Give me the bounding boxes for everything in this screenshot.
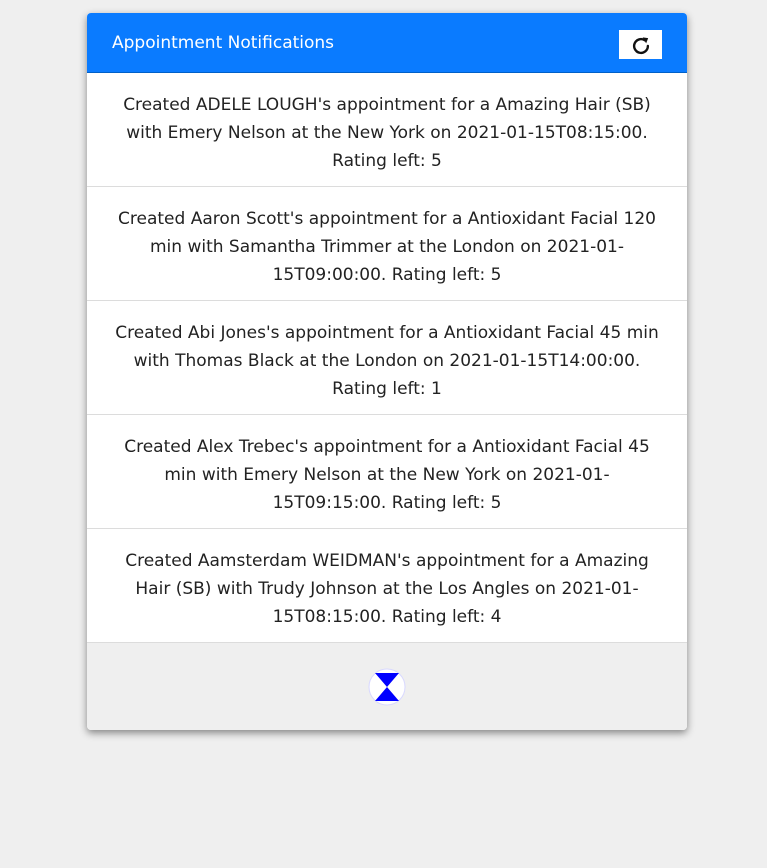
card-footer <box>87 643 687 730</box>
notification-list: Created ADELE LOUGH's appointment for a … <box>87 73 687 643</box>
refresh-button[interactable] <box>619 30 662 59</box>
card-header: Appointment Notifications <box>87 13 687 73</box>
card-title: Appointment Notifications <box>112 33 335 53</box>
list-item: Created Aamsterdam WEIDMAN's appointment… <box>87 529 687 643</box>
list-item: Created ADELE LOUGH's appointment for a … <box>87 73 687 187</box>
list-item: Created Aaron Scott's appointment for a … <box>87 187 687 301</box>
list-item: Created Alex Trebec's appointment for a … <box>87 415 687 529</box>
refresh-icon <box>619 35 662 57</box>
hourglass-spinner-icon <box>368 668 406 706</box>
list-item: Created Abi Jones's appointment for a An… <box>87 301 687 415</box>
notifications-card: Appointment Notifications Created ADELE … <box>87 13 687 730</box>
